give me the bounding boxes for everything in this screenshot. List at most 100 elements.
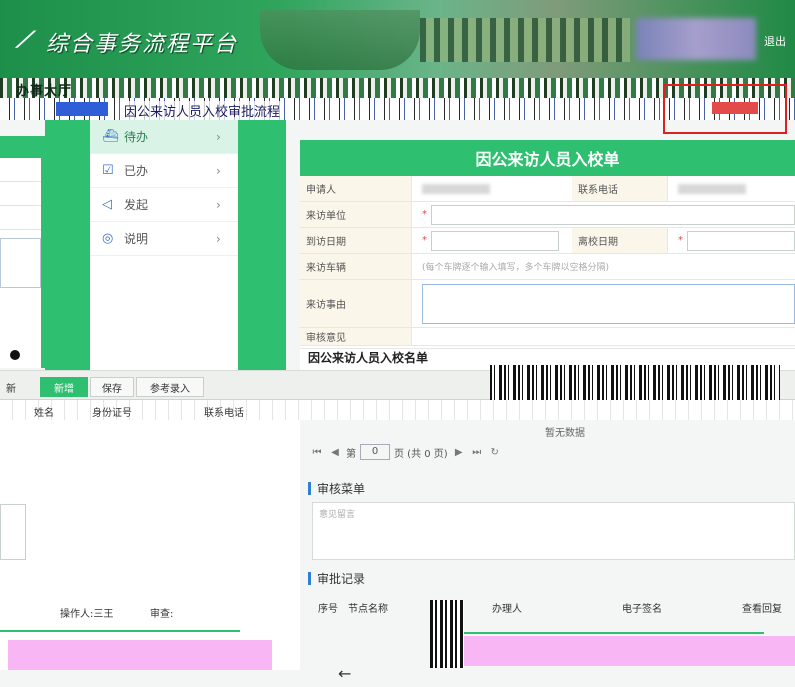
textbox[interactable] xyxy=(0,504,26,560)
audit-placeholder: 意见留言 xyxy=(319,510,356,520)
visitor-form: 因公来访人员入校单 申请人 联系电话 来访单位 * 到访日期 * 离校日期 * … xyxy=(300,140,795,370)
arrive-date-input[interactable] xyxy=(431,230,559,251)
page-prefix: 第 xyxy=(346,448,356,460)
unit-field-wrap: * xyxy=(412,202,795,227)
last-page-icon[interactable]: ⏭ xyxy=(470,447,484,458)
exit-link[interactable]: 退出 xyxy=(764,33,786,49)
reason-label: 来访事由 xyxy=(300,280,412,327)
phone-value[interactable] xyxy=(668,176,795,201)
brand-logo-icon: ⟋ xyxy=(16,28,32,53)
operator-text: 操作人:三王 xyxy=(60,609,114,620)
user-avatar[interactable] xyxy=(636,18,756,60)
chevron-right-icon: › xyxy=(216,129,221,144)
pagination: ⏮ ◀ 第 0 页 (共 0 页) ▶ ⏭ ↻ xyxy=(310,440,795,464)
phone-label: 联系电话 xyxy=(572,176,668,201)
column-header-seq: 序号 xyxy=(318,604,338,615)
column-header-node: 节点名称 xyxy=(348,604,388,615)
side-menu: ⛴ 待办 › ☑ 已办 › ◁ 发起 › ◎ 说明 › xyxy=(90,120,238,370)
next-page-icon[interactable]: ▶ xyxy=(452,447,466,458)
brand-title: 综合事务流程平台 xyxy=(46,32,239,57)
leave-date-input[interactable] xyxy=(687,230,795,251)
chevron-right-icon: › xyxy=(216,197,221,212)
required-mark: * xyxy=(678,235,683,246)
column-header-view: 查看回复 xyxy=(742,604,782,615)
prev-page-icon[interactable]: ◀ xyxy=(328,447,342,458)
bulb-icon: ◎ xyxy=(102,231,114,246)
highlight-box xyxy=(663,84,787,134)
render-artifact xyxy=(8,640,272,670)
applicant-label: 申请人 xyxy=(300,176,412,201)
menu-item-label: 发起 xyxy=(124,198,149,212)
menu-item-done[interactable]: ☑ 已办 › xyxy=(90,154,238,188)
audit-section-title: 审核菜单 xyxy=(308,480,365,497)
nav-bar-text: 办事大厅 xyxy=(16,84,73,99)
arrive-label: 到访日期 xyxy=(300,228,412,253)
unit-label: 来访单位 xyxy=(300,202,412,227)
form-row-applicant: 申请人 联系电话 xyxy=(300,176,795,202)
divider xyxy=(0,630,240,632)
header-banner: ⟋ 综合事务流程平台 退出 xyxy=(0,0,795,78)
records-table-header: 序号 节点名称 办理人 电子签名 查看回复 xyxy=(312,596,795,616)
no-data-text: 暂无数据 xyxy=(545,428,585,439)
left-panel-box xyxy=(0,238,41,288)
list-item[interactable] xyxy=(0,158,41,182)
green-divider xyxy=(45,120,90,370)
page-input[interactable]: 0 xyxy=(360,444,390,460)
leave-label: 离校日期 xyxy=(572,228,668,253)
reason-textarea[interactable] xyxy=(422,283,795,324)
menu-item-help[interactable]: ◎ 说明 › xyxy=(90,222,238,256)
tab-active[interactable] xyxy=(56,102,108,116)
tab-bar-text: 因公来访人员入校审批流程 xyxy=(120,101,285,120)
opinion-label: 审核意见 xyxy=(300,328,412,345)
page-suffix: 页 (共 0 页) xyxy=(394,448,448,460)
form-row-unit: 来访单位 * xyxy=(300,202,795,228)
form-title: 因公来访人员入校单 xyxy=(300,140,795,176)
menu-item-todo[interactable]: ⛴ 待办 › xyxy=(90,120,238,154)
table-header: 姓名 身份证号 联系电话 xyxy=(0,400,795,420)
menu-item-initiate[interactable]: ◁ 发起 › xyxy=(90,188,238,222)
scroll-dot-icon[interactable] xyxy=(10,350,20,360)
new-button-partial[interactable]: 新 xyxy=(0,377,22,397)
vehicle-label: 来访车辆 xyxy=(300,254,412,279)
send-icon: ◁ xyxy=(102,197,112,212)
checklist-icon: ☑ xyxy=(102,163,114,178)
banner-bridge-image xyxy=(420,18,630,62)
required-mark: * xyxy=(422,235,427,246)
required-mark: * xyxy=(422,209,427,220)
add-button[interactable]: 新增 xyxy=(40,377,88,397)
form-row-reason: 来访事由 xyxy=(300,280,795,328)
refresh-icon[interactable]: ↻ xyxy=(488,447,502,458)
left-panel-header xyxy=(0,136,41,158)
unit-input[interactable] xyxy=(431,204,795,225)
records-section-title: 审批记录 xyxy=(308,570,365,587)
column-header-handler: 办理人 xyxy=(492,604,522,615)
column-header-phone: 联系电话 xyxy=(204,408,244,419)
vehicle-input[interactable]: (每个车牌逐个输入填写，多个车牌以空格分隔) xyxy=(412,254,795,279)
column-header-id: 身份证号 xyxy=(92,408,132,419)
lower-left-panel: 操作人:三王 审查: xyxy=(0,420,300,670)
menu-item-label: 待办 xyxy=(124,130,149,144)
green-divider xyxy=(238,120,286,370)
leave-field-wrap: * xyxy=(668,228,795,253)
redacted-value xyxy=(678,183,746,194)
form-row-dates: 到访日期 * 离校日期 * xyxy=(300,228,795,254)
back-arrow-icon[interactable]: ← xyxy=(338,664,351,683)
form-row-vehicle: 来访车辆 (每个车牌逐个输入填写，多个车牌以空格分隔) xyxy=(300,254,795,280)
column-header-sign: 电子签名 xyxy=(622,604,662,615)
save-button[interactable]: 保存 xyxy=(90,377,134,397)
render-artifact xyxy=(464,636,795,666)
menu-item-label: 说明 xyxy=(124,232,149,246)
reference-entry-button[interactable]: 参考录入 xyxy=(136,377,204,397)
menu-item-label: 已办 xyxy=(124,164,149,178)
applicant-value xyxy=(412,176,572,201)
left-panel xyxy=(0,136,45,368)
list-item[interactable] xyxy=(0,206,41,230)
redacted-value xyxy=(422,183,490,194)
audit-comment-textarea[interactable]: 意见留言 xyxy=(312,502,795,560)
vehicle-placeholder: (每个车牌逐个输入填写，多个车牌以空格分隔) xyxy=(422,263,610,273)
column-header-name: 姓名 xyxy=(34,408,54,419)
inbox-icon: ⛴ xyxy=(102,129,119,144)
arrive-field-wrap: * xyxy=(412,228,572,253)
first-page-icon[interactable]: ⏮ xyxy=(310,447,324,458)
list-item[interactable] xyxy=(0,182,41,206)
